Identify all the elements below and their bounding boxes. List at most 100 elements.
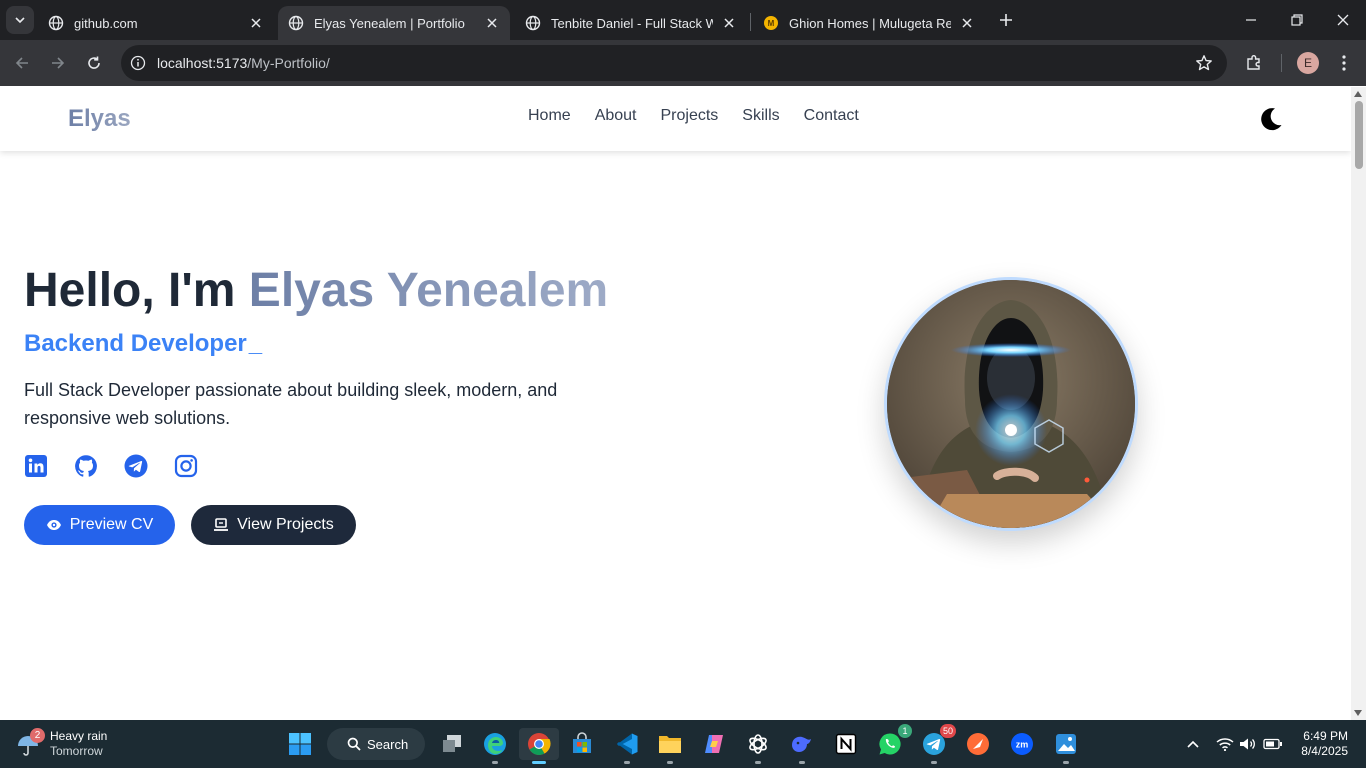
toolbar-divider <box>1281 54 1282 72</box>
bookmark-star-icon[interactable] <box>1195 54 1213 72</box>
taskbar-chatgpt[interactable] <box>742 728 774 764</box>
taskbar-copilot[interactable] <box>698 728 730 760</box>
tab-tenbite[interactable]: Tenbite Daniel - Full Stack Web <box>515 6 747 40</box>
close-window-button[interactable] <box>1331 8 1355 32</box>
nav-link-contact[interactable]: Contact <box>804 107 859 125</box>
instagram-icon[interactable] <box>174 454 198 478</box>
typing-cursor: _ <box>248 330 263 357</box>
scrollbar-thumb[interactable] <box>1355 101 1363 169</box>
notion-icon <box>835 733 857 755</box>
task-view-button[interactable] <box>436 728 468 760</box>
forward-button[interactable] <box>46 51 70 75</box>
tab-ghion-homes[interactable]: M Ghion Homes | Mulugeta Real E <box>753 6 985 40</box>
taskbar-file-explorer[interactable] <box>654 728 686 764</box>
close-icon[interactable] <box>721 15 737 31</box>
close-icon <box>1337 14 1349 26</box>
postman-icon <box>967 733 989 755</box>
deepseek-icon <box>792 736 811 752</box>
minimize-button[interactable] <box>1239 8 1263 32</box>
taskbar-whatsapp[interactable]: 1 <box>874 724 912 760</box>
telegram-icon[interactable] <box>124 454 148 478</box>
weather-widget[interactable]: 2 Heavy rain Tomorrow <box>14 726 107 762</box>
restore-button[interactable] <box>1285 8 1309 32</box>
tab-title: Elyas Yenealem | Portfolio <box>314 15 465 31</box>
clock-time: 6:49 PM <box>1303 729 1348 743</box>
running-indicator <box>492 761 498 764</box>
taskbar-edge[interactable] <box>479 728 511 764</box>
profile-avatar[interactable]: E <box>1297 52 1319 74</box>
weather-subtitle: Tomorrow <box>50 744 103 758</box>
hero-role: Backend Developer_ <box>24 330 262 358</box>
site-navbar: Elyas Home About Projects Skills Contact <box>0 87 1351 151</box>
system-clock[interactable]: 6:49 PM 8/4/2025 <box>1296 729 1348 759</box>
linkedin-icon[interactable] <box>24 454 48 478</box>
chevron-up-icon <box>1187 740 1199 748</box>
taskbar-search[interactable]: Search <box>327 728 425 760</box>
moon-icon[interactable] <box>1258 106 1284 132</box>
whatsapp-badge: 1 <box>898 724 912 738</box>
show-hidden-icons-button[interactable] <box>1183 734 1203 754</box>
taskbar-deepseek[interactable] <box>786 728 818 764</box>
tab-title: Ghion Homes | Mulugeta Real E <box>789 15 951 31</box>
task-view-icon <box>443 735 461 752</box>
wifi-icon[interactable] <box>1215 734 1235 754</box>
taskbar-chrome[interactable] <box>519 728 559 764</box>
clock-date: 8/4/2025 <box>1301 744 1348 758</box>
umbrella-icon: 2 <box>14 728 45 758</box>
nav-link-home[interactable]: Home <box>528 107 571 125</box>
preview-cv-button[interactable]: Preview CV <box>24 505 175 545</box>
view-projects-label: View Projects <box>237 516 334 533</box>
nav-link-about[interactable]: About <box>595 107 637 125</box>
running-indicator <box>532 761 546 764</box>
page-scrollbar[interactable] <box>1351 87 1366 720</box>
hero-name: Elyas Yenealem <box>248 264 609 317</box>
start-button[interactable] <box>284 728 316 760</box>
url-text: localhost:5173/My-Portfolio/ <box>157 45 330 81</box>
hero-title: Hello, I'm Elyas Yenealem <box>24 263 608 318</box>
tab-title: Tenbite Daniel - Full Stack Web <box>551 15 713 31</box>
taskbar-zoom[interactable]: zm <box>1006 728 1038 760</box>
close-icon[interactable] <box>959 15 975 31</box>
svg-text:zm: zm <box>1016 740 1029 750</box>
browser-menu-button[interactable] <box>1332 51 1356 75</box>
tab-github[interactable]: github.com <box>38 6 274 40</box>
taskbar-notion[interactable] <box>830 728 862 760</box>
taskbar-postman[interactable] <box>962 728 994 760</box>
photos-icon <box>1056 734 1076 754</box>
reload-button[interactable] <box>82 51 106 75</box>
page-viewport: Elyas Home About Projects Skills Contact… <box>0 87 1351 720</box>
laptop-icon <box>214 518 229 531</box>
scroll-up-icon[interactable] <box>1354 91 1362 97</box>
url-path: /My-Portfolio/ <box>247 55 330 71</box>
folder-icon <box>659 736 681 753</box>
close-icon[interactable] <box>248 15 264 31</box>
volume-icon[interactable] <box>1238 734 1258 754</box>
hero-description: Full Stack Developer passionate about bu… <box>24 380 558 428</box>
address-bar[interactable]: localhost:5173/My-Portfolio/ <box>121 45 1227 81</box>
profile-avatar-image <box>884 277 1138 531</box>
scroll-down-icon[interactable] <box>1354 710 1362 716</box>
tab-portfolio[interactable]: Elyas Yenealem | Portfolio <box>278 6 510 40</box>
back-button[interactable] <box>10 51 34 75</box>
battery-icon[interactable] <box>1263 734 1283 754</box>
taskbar-vscode[interactable] <box>611 728 643 764</box>
close-icon[interactable] <box>484 15 500 31</box>
weather-text: Heavy rain Tomorrow <box>50 729 107 759</box>
github-icon[interactable] <box>74 454 98 478</box>
new-tab-button[interactable] <box>996 10 1016 30</box>
info-icon[interactable] <box>129 54 147 72</box>
taskbar-photos[interactable] <box>1050 728 1082 764</box>
taskbar-store[interactable] <box>566 728 598 760</box>
site-brand[interactable]: Elyas <box>68 105 131 133</box>
plus-icon <box>1000 14 1012 26</box>
kebab-menu-icon <box>1342 55 1346 71</box>
chevron-down-icon <box>15 17 25 24</box>
extensions-button[interactable] <box>1242 51 1266 75</box>
tab-search-button[interactable] <box>6 6 34 34</box>
browser-tab-strip: github.com Elyas Yenealem | Portfolio Te… <box>0 0 1366 40</box>
view-projects-button[interactable]: View Projects <box>191 505 356 545</box>
taskbar-telegram[interactable]: 50 <box>918 724 956 764</box>
nav-link-projects[interactable]: Projects <box>661 107 719 125</box>
nav-link-skills[interactable]: Skills <box>742 107 779 125</box>
globe-icon <box>288 15 304 31</box>
